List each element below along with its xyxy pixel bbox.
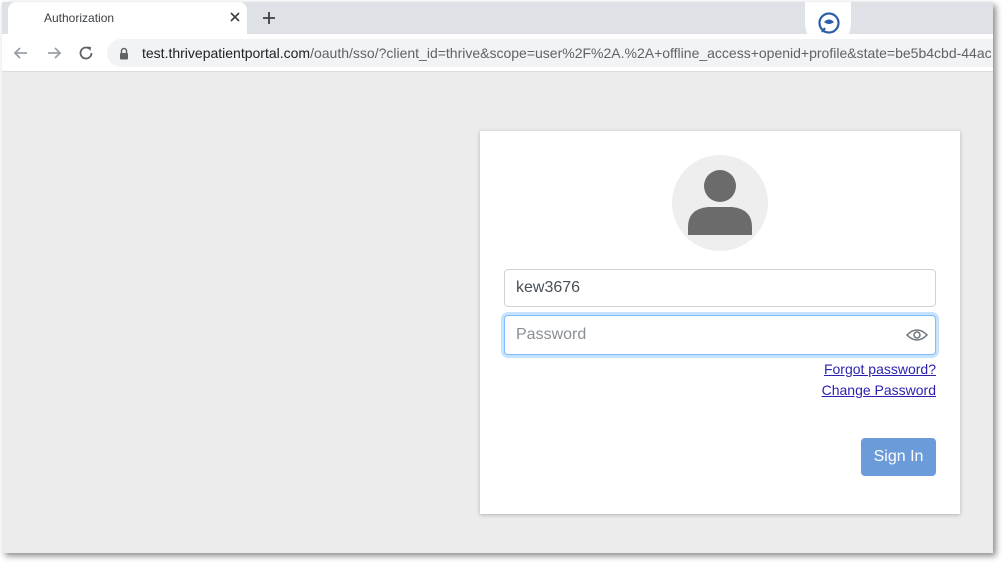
address-bar[interactable]: test.thrivepatientportal.com/oauth/sso/?… bbox=[107, 39, 993, 67]
login-card: Forgot password? Change Password Sign In bbox=[480, 131, 960, 514]
url-host: test.thrivepatientportal.com bbox=[142, 45, 311, 61]
forgot-password-link[interactable]: Forgot password? bbox=[824, 361, 936, 377]
plus-icon[interactable] bbox=[260, 9, 278, 27]
password-field[interactable] bbox=[504, 315, 936, 355]
browser-toolbar: test.thrivepatientportal.com/oauth/sso/?… bbox=[2, 34, 993, 72]
username-field[interactable] bbox=[504, 269, 936, 307]
sign-in-button[interactable]: Sign In bbox=[861, 438, 936, 476]
chat-bubble-icon bbox=[818, 12, 840, 34]
avatar bbox=[672, 155, 768, 251]
tab-authorization[interactable]: Authorization bbox=[8, 2, 247, 34]
close-icon[interactable] bbox=[227, 9, 243, 25]
reload-icon[interactable] bbox=[77, 44, 95, 62]
url-path: /oauth/sso/?client_id=thrive&scope=user%… bbox=[310, 45, 992, 61]
url-text: test.thrivepatientportal.com/oauth/sso/?… bbox=[142, 45, 992, 61]
lock-icon bbox=[120, 47, 128, 60]
user-avatar-icon bbox=[688, 170, 752, 235]
tab-strip: Authorization bbox=[2, 2, 993, 46]
eye-icon[interactable] bbox=[906, 327, 928, 343]
browser-window: Authorization test.thrivepatientportal.c… bbox=[2, 2, 993, 553]
back-arrow-icon[interactable] bbox=[12, 44, 30, 62]
tab-title: Authorization bbox=[44, 11, 115, 25]
forward-arrow-icon[interactable] bbox=[45, 44, 63, 62]
change-password-link[interactable]: Change Password bbox=[822, 382, 936, 398]
